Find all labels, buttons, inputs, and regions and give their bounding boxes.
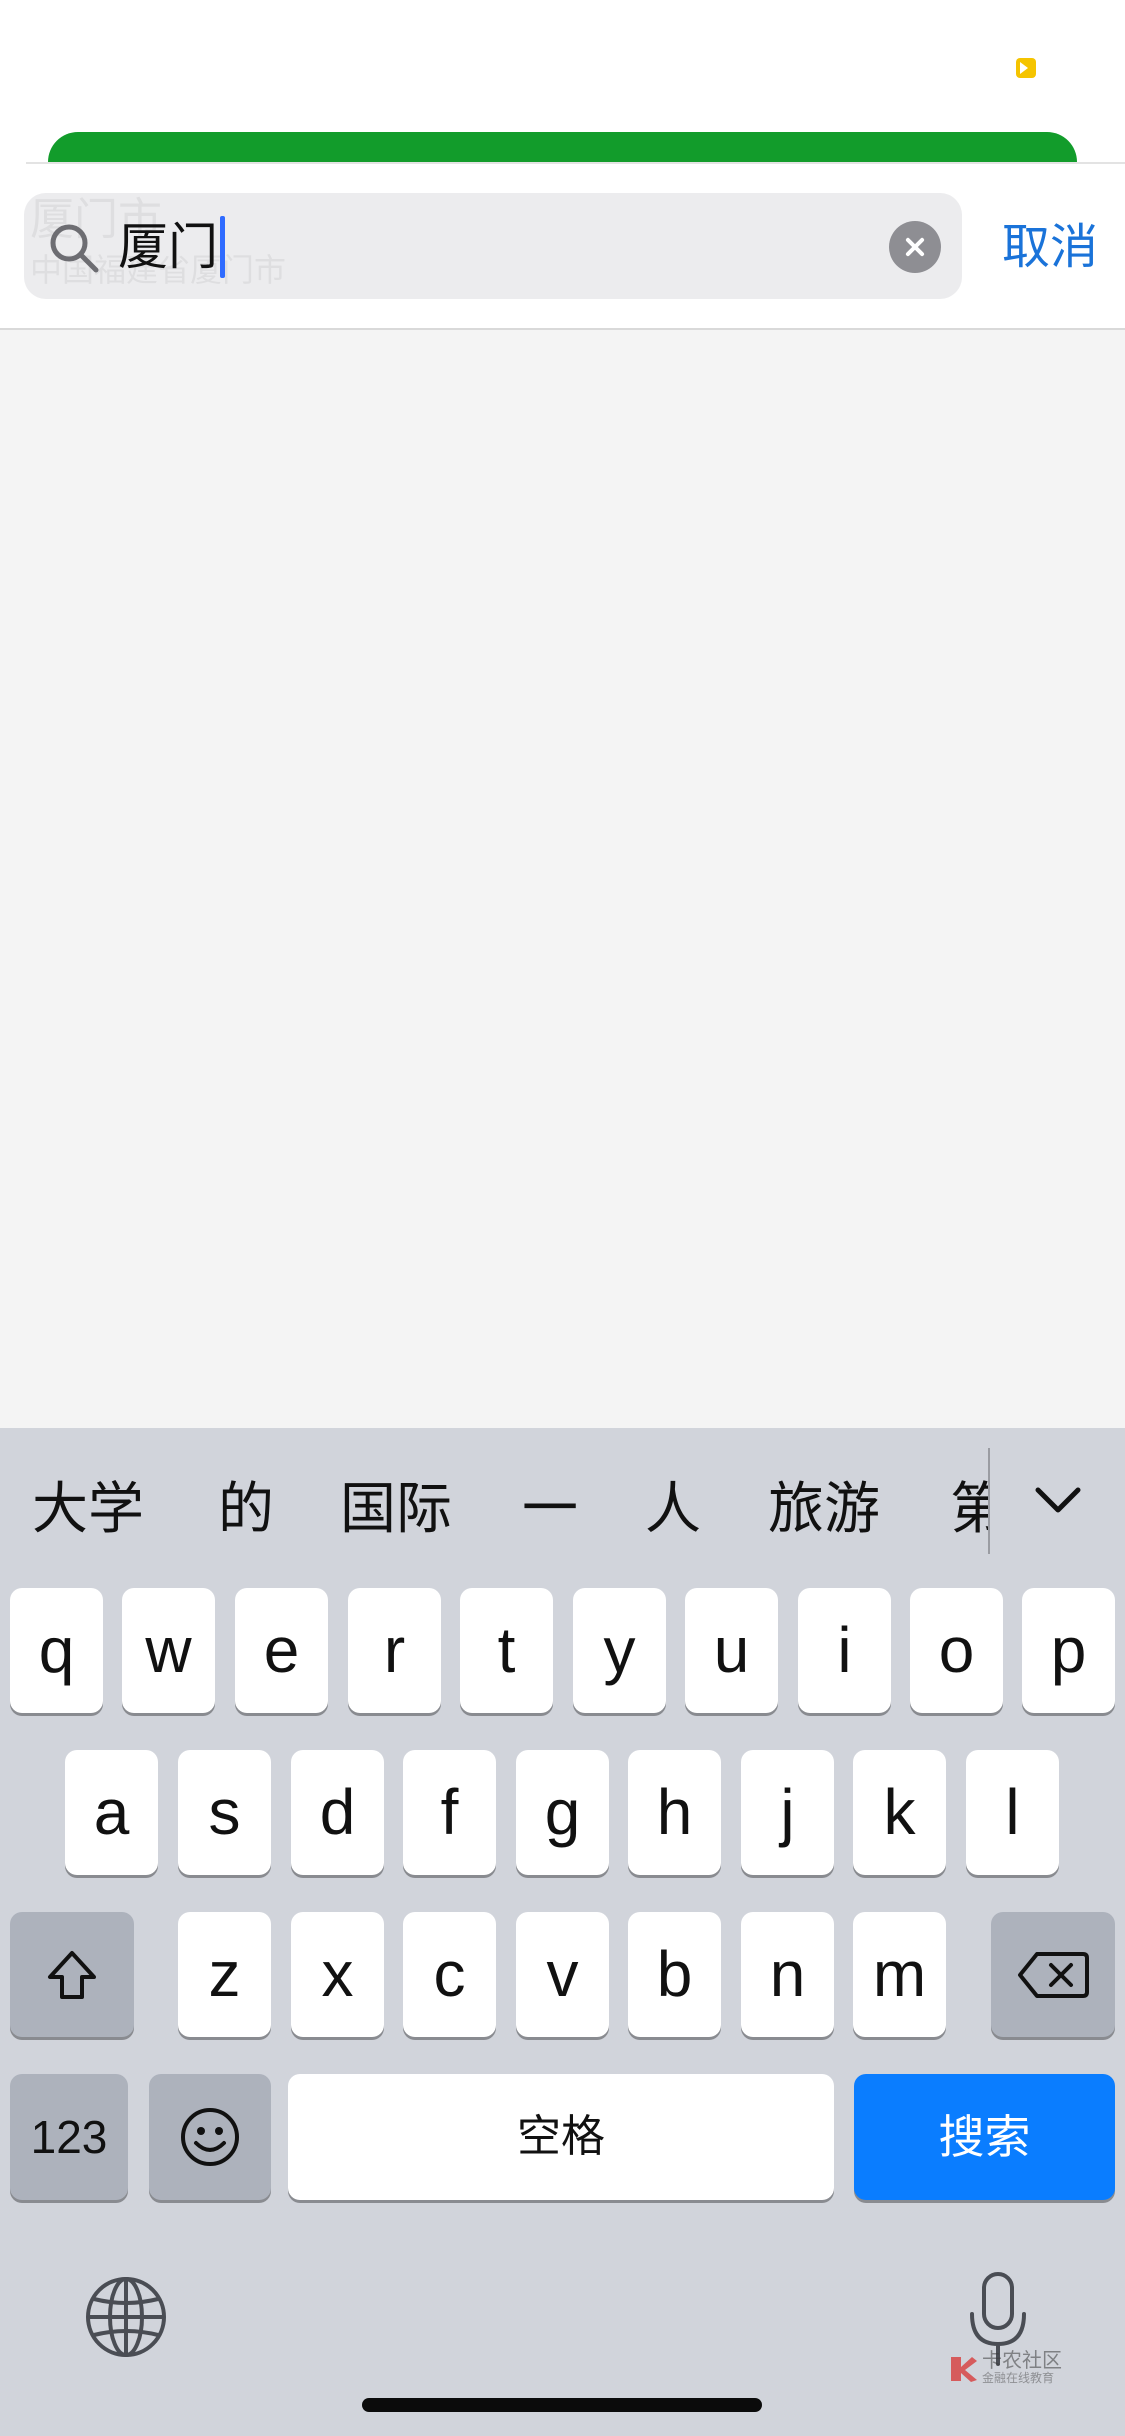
emoji-key[interactable] <box>149 2074 271 2200</box>
backspace-key[interactable] <box>991 1912 1115 2037</box>
numbers-key[interactable]: 123 <box>10 2074 128 2200</box>
backspace-icon <box>1018 1952 1089 1998</box>
divider <box>26 162 1125 164</box>
key-e[interactable]: e <box>235 1588 328 1713</box>
key-k[interactable]: k <box>853 1750 946 1875</box>
shift-key[interactable] <box>10 1912 134 2037</box>
key-m[interactable]: m <box>853 1912 946 2037</box>
shift-icon <box>48 1951 96 1999</box>
key-x[interactable]: x <box>291 1912 384 2037</box>
divider <box>0 328 1125 330</box>
key-d[interactable]: d <box>291 1750 384 1875</box>
key-j[interactable]: j <box>741 1750 834 1875</box>
candidate-divider <box>988 1448 990 1554</box>
key-q[interactable]: q <box>10 1588 103 1713</box>
candidate-word[interactable]: 国际 <box>340 1455 452 1565</box>
key-w[interactable]: w <box>122 1588 215 1713</box>
globe-icon[interactable] <box>84 2275 168 2359</box>
candidate-word[interactable]: 大学 <box>32 1455 144 1565</box>
key-l[interactable]: l <box>966 1750 1059 1875</box>
status-indicator-icon <box>1016 58 1036 78</box>
key-u[interactable]: u <box>685 1588 778 1713</box>
key-g[interactable]: g <box>516 1750 609 1875</box>
candidate-word-partial[interactable]: 第 <box>950 1455 988 1565</box>
watermark-name: 卡农社区 <box>982 2348 1062 2372</box>
key-o[interactable]: o <box>910 1588 1003 1713</box>
key-v[interactable]: v <box>516 1912 609 2037</box>
top-area: 厦门市 中国福建省厦门市 取消 <box>0 0 1125 330</box>
chevron-down-icon[interactable] <box>1030 1472 1086 1528</box>
clear-search-button[interactable] <box>889 221 941 273</box>
emoji-icon <box>181 2108 239 2166</box>
screen: 厦门市 中国福建省厦门市 取消 大学 的 国际 一 人 旅游 第 q w e r… <box>0 0 1125 2436</box>
candidate-word[interactable]: 一 <box>522 1455 578 1565</box>
key-z[interactable]: z <box>178 1912 271 2037</box>
text-cursor <box>220 216 225 278</box>
key-y[interactable]: y <box>573 1588 666 1713</box>
watermark-logo-icon <box>951 2357 977 2382</box>
cancel-button[interactable]: 取消 <box>990 212 1110 282</box>
search-icon <box>50 224 99 273</box>
space-key[interactable]: 空格 <box>288 2074 834 2200</box>
key-n[interactable]: n <box>741 1912 834 2037</box>
search-key[interactable]: 搜索 <box>854 2074 1115 2200</box>
key-r[interactable]: r <box>348 1588 441 1713</box>
key-p[interactable]: p <box>1022 1588 1115 1713</box>
home-indicator <box>362 2398 762 2412</box>
key-t[interactable]: t <box>460 1588 553 1713</box>
key-c[interactable]: c <box>403 1912 496 2037</box>
candidate-word[interactable]: 人 <box>645 1455 701 1565</box>
key-i[interactable]: i <box>798 1588 891 1713</box>
watermark-logo: 卡农社区 金融在线教育 <box>948 2349 1068 2389</box>
key-a[interactable]: a <box>65 1750 158 1875</box>
key-b[interactable]: b <box>628 1912 721 2037</box>
green-banner <box>48 132 1077 162</box>
candidate-word[interactable]: 的 <box>218 1455 274 1565</box>
candidate-word[interactable]: 旅游 <box>768 1455 880 1565</box>
key-s[interactable]: s <box>178 1750 271 1875</box>
key-f[interactable]: f <box>403 1750 496 1875</box>
key-h[interactable]: h <box>628 1750 721 1875</box>
watermark-tagline: 金融在线教育 <box>982 2371 1055 2385</box>
search-input[interactable] <box>118 212 878 282</box>
